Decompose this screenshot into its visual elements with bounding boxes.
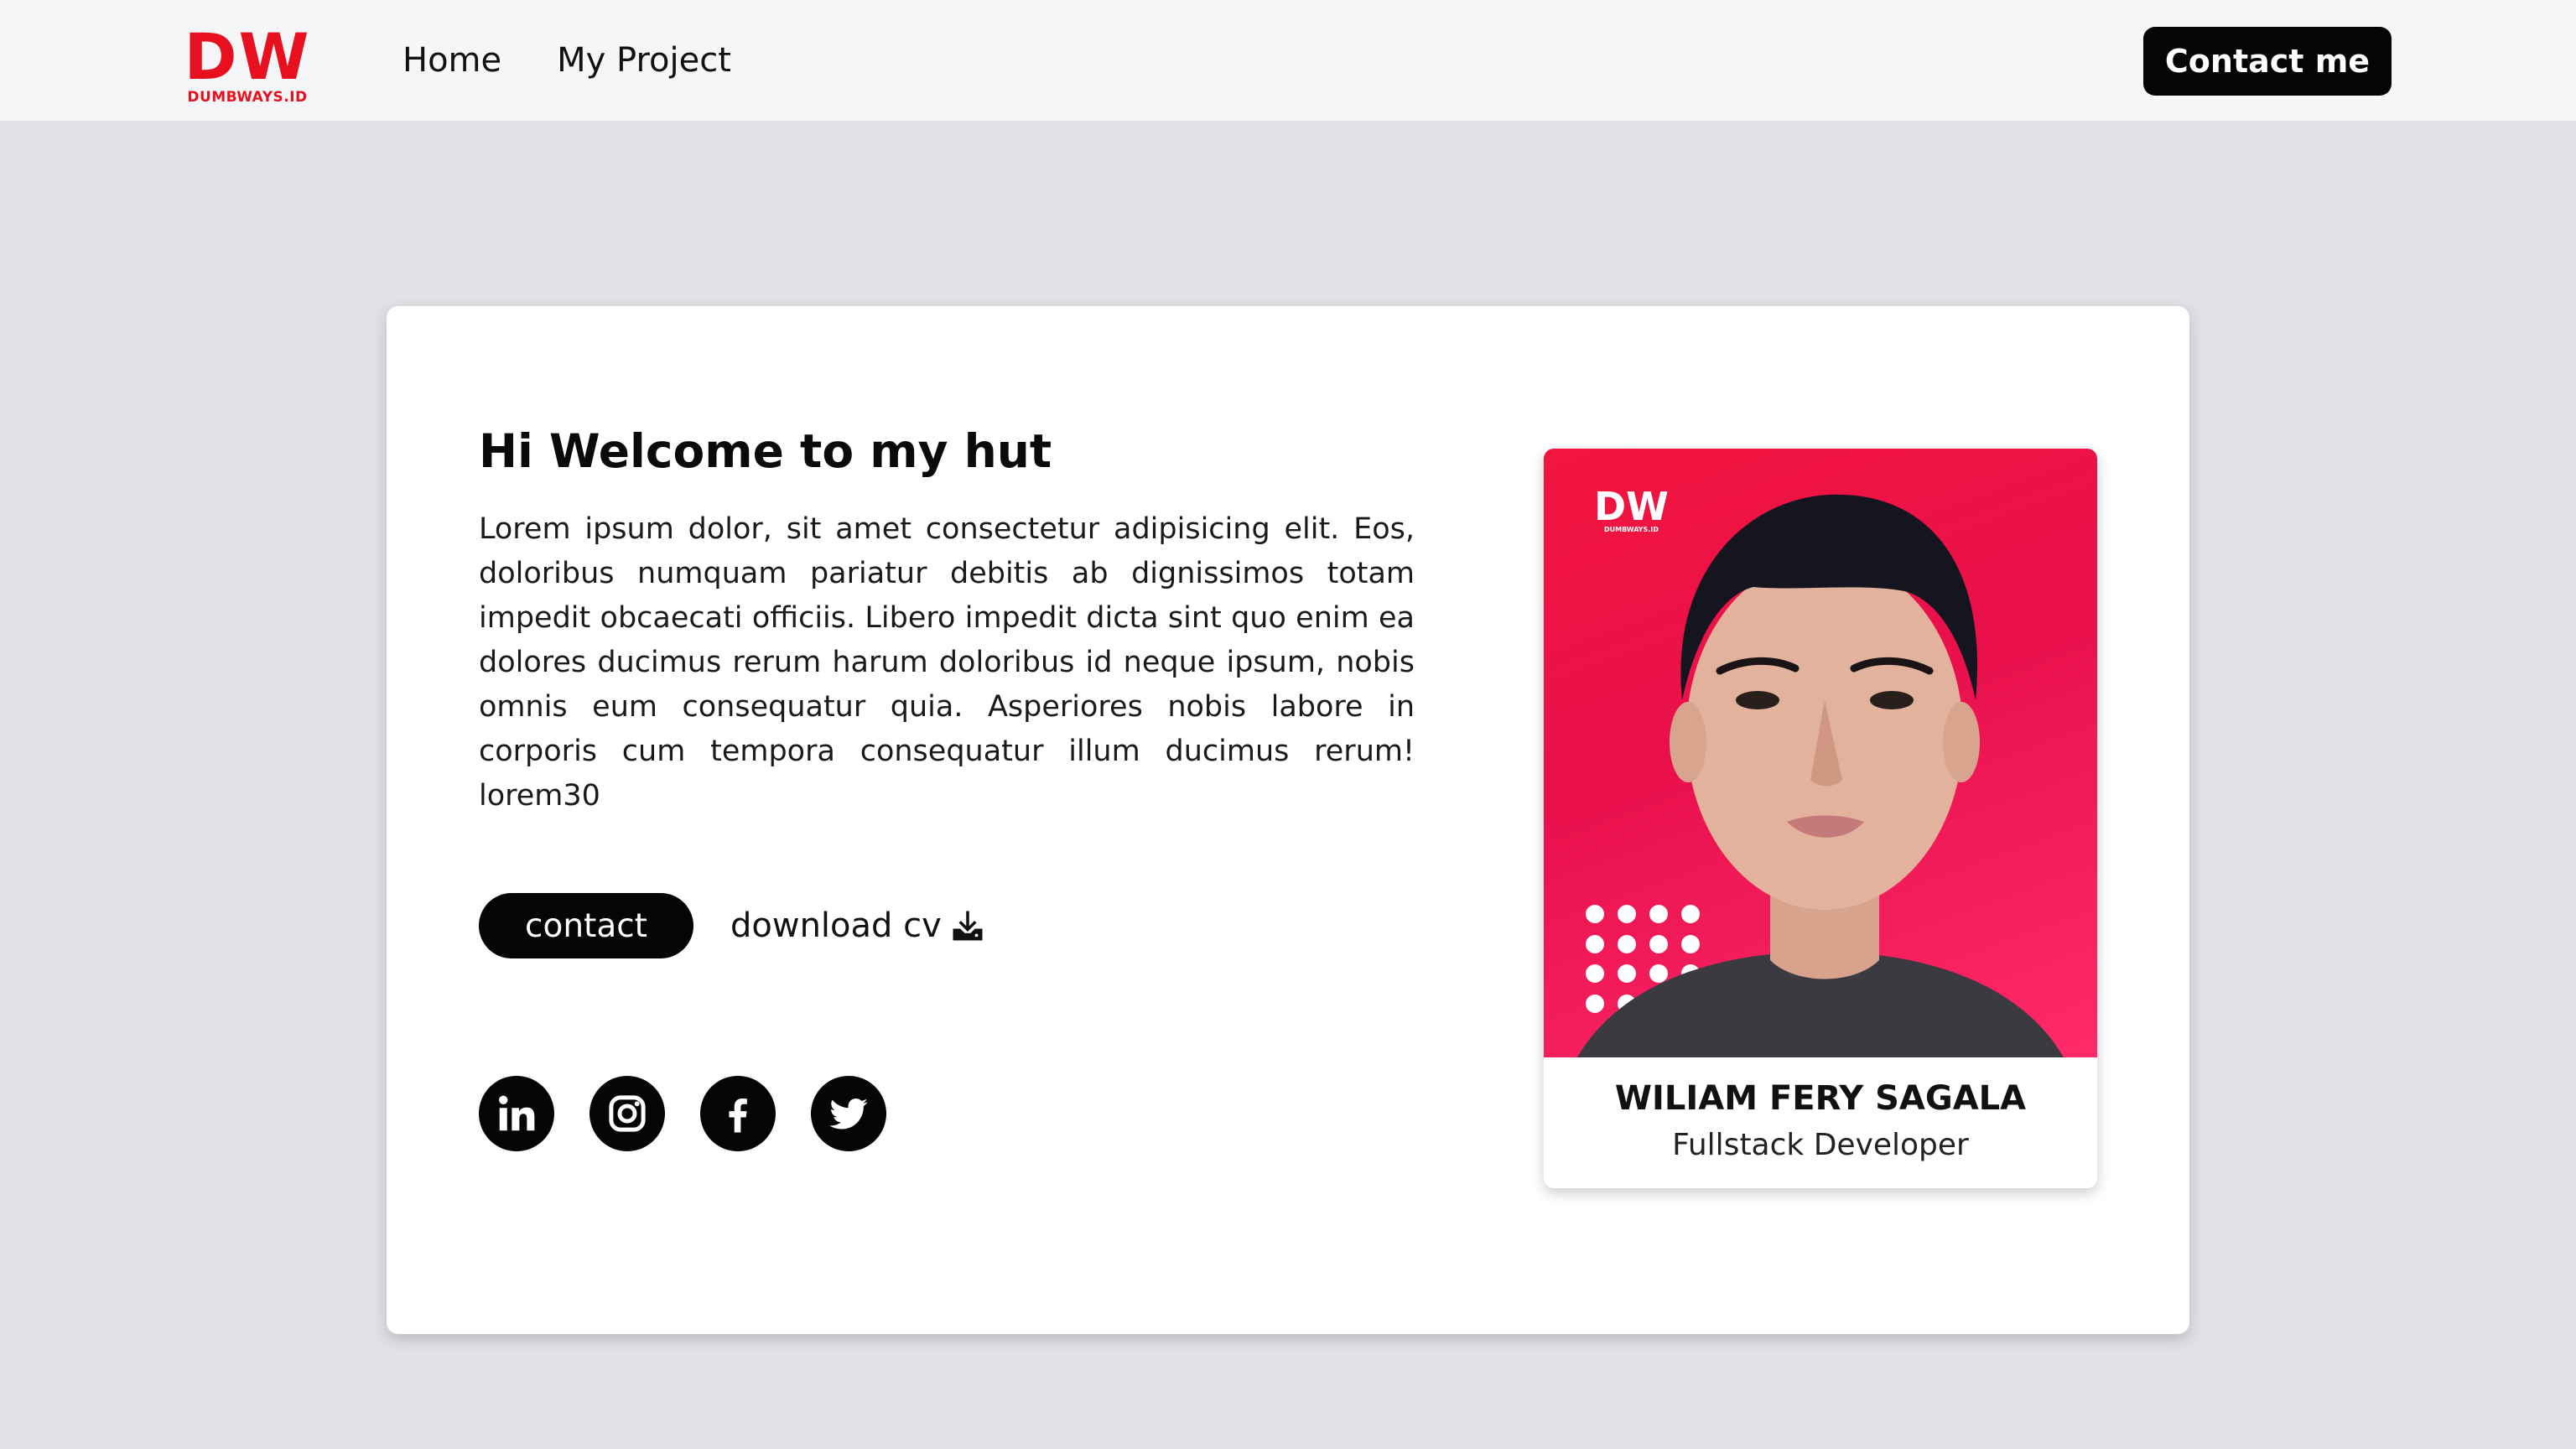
hero-actions: contact download cv [479,893,985,958]
contact-me-button[interactable]: Contact me [2143,27,2392,96]
twitter-icon [829,1098,868,1130]
instagram-icon [609,1095,646,1132]
profile-photo: DW DUMBWAYS.ID [1544,449,2097,1057]
nav-link-my-project[interactable]: My Project [557,41,731,80]
download-cv-link[interactable]: download cv [730,906,985,945]
social-links [479,1076,886,1151]
navbar: DW DUMBWAYS.ID Home My Project Contact m… [0,0,2576,121]
profile-name: WILIAM FERY SAGALA [1614,1079,2027,1118]
nav-links: Home My Project [402,37,731,84]
brand-logo[interactable]: DW DUMBWAYS.ID [184,25,310,109]
download-icon [953,911,983,941]
hero-description: Lorem ipsum dolor, sit amet consectetur … [479,512,1415,813]
facebook-link[interactable] [700,1076,776,1151]
hero-card: Hi Welcome to my hut Lorem ipsum dolor, … [387,306,2189,1334]
nav-link-home[interactable]: Home [402,41,501,80]
linkedin-icon [499,1095,535,1131]
download-cv-label: download cv [730,906,942,945]
logo-mark: DW [184,19,311,94]
twitter-link[interactable] [811,1076,886,1151]
instagram-link[interactable] [589,1076,665,1151]
linkedin-link[interactable] [479,1076,554,1151]
facebook-icon [729,1098,747,1133]
profile-card: DW DUMBWAYS.ID WILIAM FERY SAGALA Fullst… [1544,449,2097,1188]
logo-subtitle: DUMBWAYS.ID [187,89,308,106]
profile-role: Fullstack Developer [1672,1128,1969,1162]
contact-button[interactable]: contact [479,893,693,958]
hero-title: Hi Welcome to my hut [479,424,1052,478]
person-portrait [1577,494,2064,1057]
